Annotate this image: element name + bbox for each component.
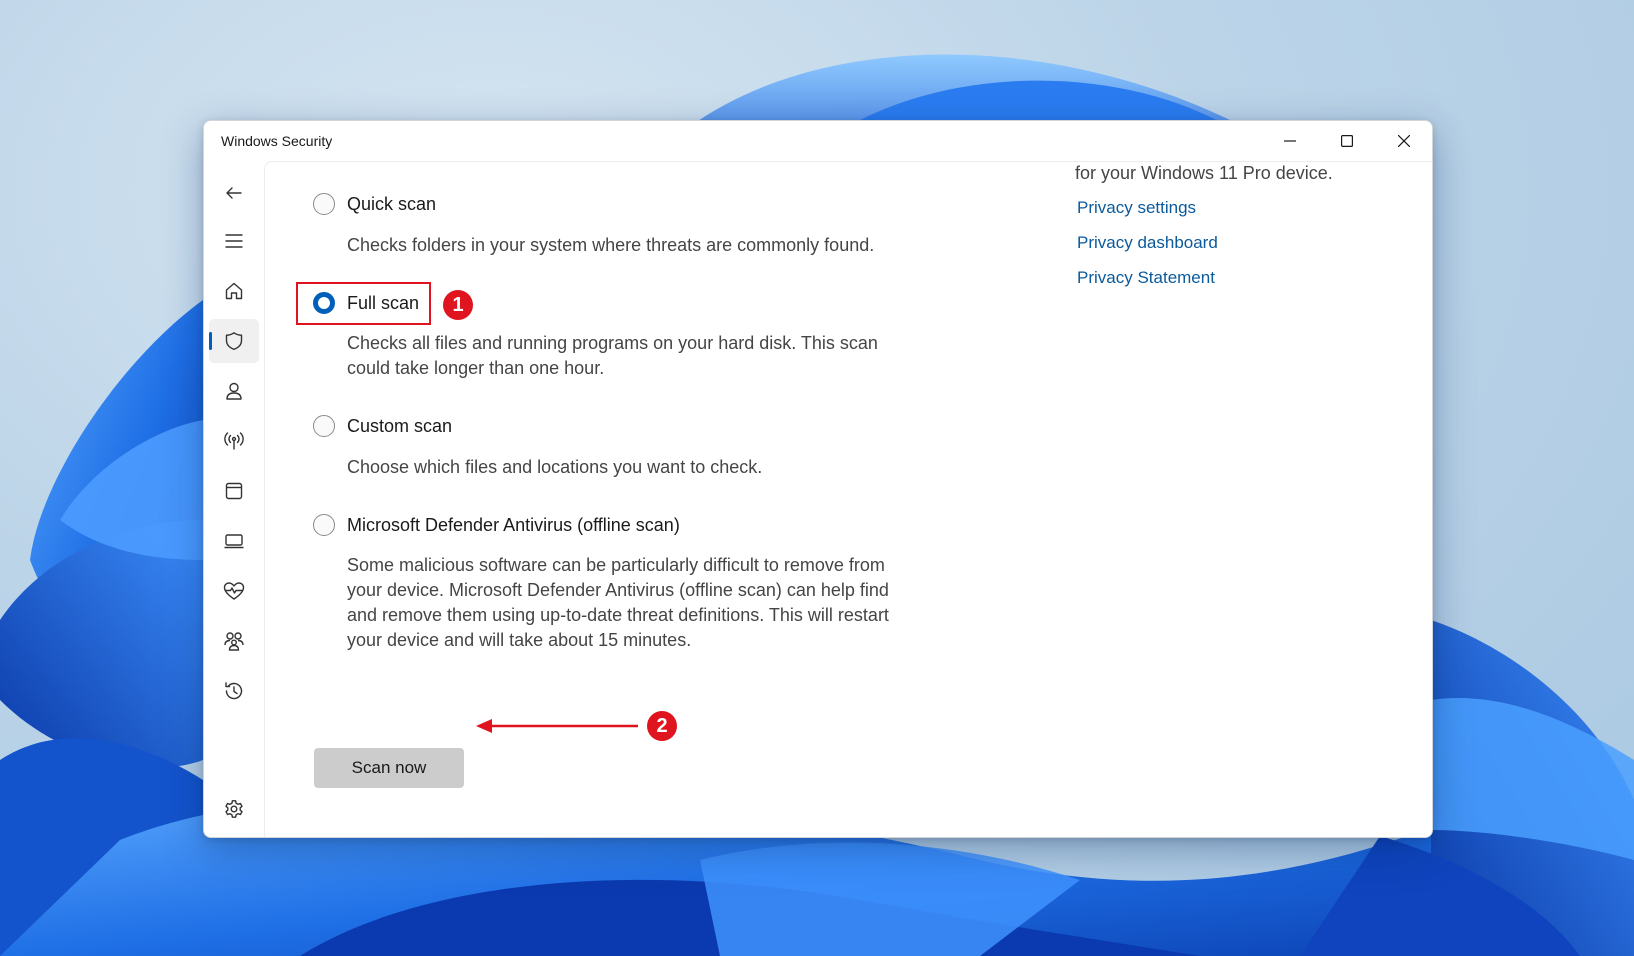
full-scan-description-line-1: Checks all files and running programs on…: [347, 333, 878, 353]
back-button[interactable]: [209, 171, 259, 215]
privacy-dashboard-link[interactable]: Privacy dashboard: [1077, 233, 1218, 253]
windows-security-window: Windows Security Quick scan Checks folde…: [203, 120, 1433, 838]
offline-scan-description: Some malicious software can be particula…: [347, 553, 889, 653]
privacy-description-fragment: for your Windows 11 Pro device.: [1075, 163, 1333, 183]
heart-pulse-icon: [223, 582, 245, 600]
sidebar-item-device-security[interactable]: [209, 519, 259, 563]
antenna-icon: [224, 432, 244, 450]
sidebar-item-app-browser-control[interactable]: [209, 469, 259, 513]
offline-scan-option[interactable]: Microsoft Defender Antivirus (offline sc…: [313, 514, 680, 536]
app-window-icon: [225, 482, 243, 500]
hamburger-menu-icon: [225, 234, 243, 248]
family-icon: [224, 632, 244, 651]
full-scan-description: Checks all files and running programs on…: [347, 331, 878, 381]
sidebar-item-settings[interactable]: [209, 787, 259, 831]
annotation-step-2-badge: 2: [647, 711, 677, 741]
custom-scan-radio[interactable]: [313, 415, 335, 437]
offline-scan-radio[interactable]: [313, 514, 335, 536]
sidebar-item-virus-threat-protection[interactable]: [209, 319, 259, 363]
sidebar-item-family-options[interactable]: [209, 619, 259, 663]
privacy-statement-link[interactable]: Privacy Statement: [1077, 268, 1215, 288]
maximize-icon: [1340, 135, 1353, 147]
shield-icon: [225, 332, 243, 350]
title-bar[interactable]: Windows Security: [204, 121, 1432, 161]
offline-scan-description-line-1: Some malicious software can be particula…: [347, 555, 885, 575]
window-controls: [1261, 121, 1432, 161]
full-scan-description-line-2: could take longer than one hour.: [347, 358, 605, 378]
quick-scan-label: Quick scan: [347, 193, 437, 214]
maximize-button[interactable]: [1318, 121, 1375, 161]
person-icon: [226, 382, 242, 400]
offline-scan-label: Microsoft Defender Antivirus (offline sc…: [347, 514, 680, 535]
active-indicator: [209, 332, 212, 350]
minimize-button[interactable]: [1261, 121, 1318, 161]
offline-scan-description-line-3: and remove them using up-to-date threat …: [347, 605, 889, 625]
gear-icon: [225, 800, 243, 818]
sidebar-item-firewall-network[interactable]: [209, 419, 259, 463]
quick-scan-radio[interactable]: [313, 193, 335, 215]
scan-options-content: Quick scan Checks folders in your system…: [264, 161, 1432, 837]
scan-now-button[interactable]: Scan now: [314, 748, 464, 788]
custom-scan-option[interactable]: Custom scan: [313, 415, 452, 437]
quick-scan-option[interactable]: Quick scan: [313, 193, 436, 215]
minimize-icon: [1283, 140, 1296, 142]
menu-button[interactable]: [209, 219, 259, 263]
annotation-step-1-badge: 1: [443, 290, 473, 320]
navigation-sidebar: [204, 161, 264, 837]
sidebar-item-device-performance-health[interactable]: [209, 569, 259, 613]
offline-scan-description-line-2: your device. Microsoft Defender Antiviru…: [347, 580, 889, 600]
window-title: Windows Security: [221, 133, 333, 149]
history-icon: [225, 682, 243, 700]
offline-scan-description-line-4: your device and will take about 15 minut…: [347, 630, 692, 650]
close-button[interactable]: [1375, 121, 1432, 161]
custom-scan-description: Choose which files and locations you wan…: [347, 457, 763, 477]
quick-scan-description: Checks folders in your system where thre…: [347, 235, 875, 255]
laptop-icon: [224, 534, 244, 549]
sidebar-item-home[interactable]: [209, 269, 259, 313]
back-arrow-icon: [226, 187, 242, 199]
annotation-highlight-box: [296, 282, 431, 325]
sidebar-item-protection-history[interactable]: [209, 669, 259, 713]
annotation-arrow-icon: [476, 719, 638, 733]
sidebar-item-account-protection[interactable]: [209, 369, 259, 413]
custom-scan-label: Custom scan: [347, 415, 453, 436]
privacy-settings-link[interactable]: Privacy settings: [1077, 198, 1196, 218]
close-icon: [1397, 135, 1410, 147]
home-icon: [225, 282, 243, 300]
